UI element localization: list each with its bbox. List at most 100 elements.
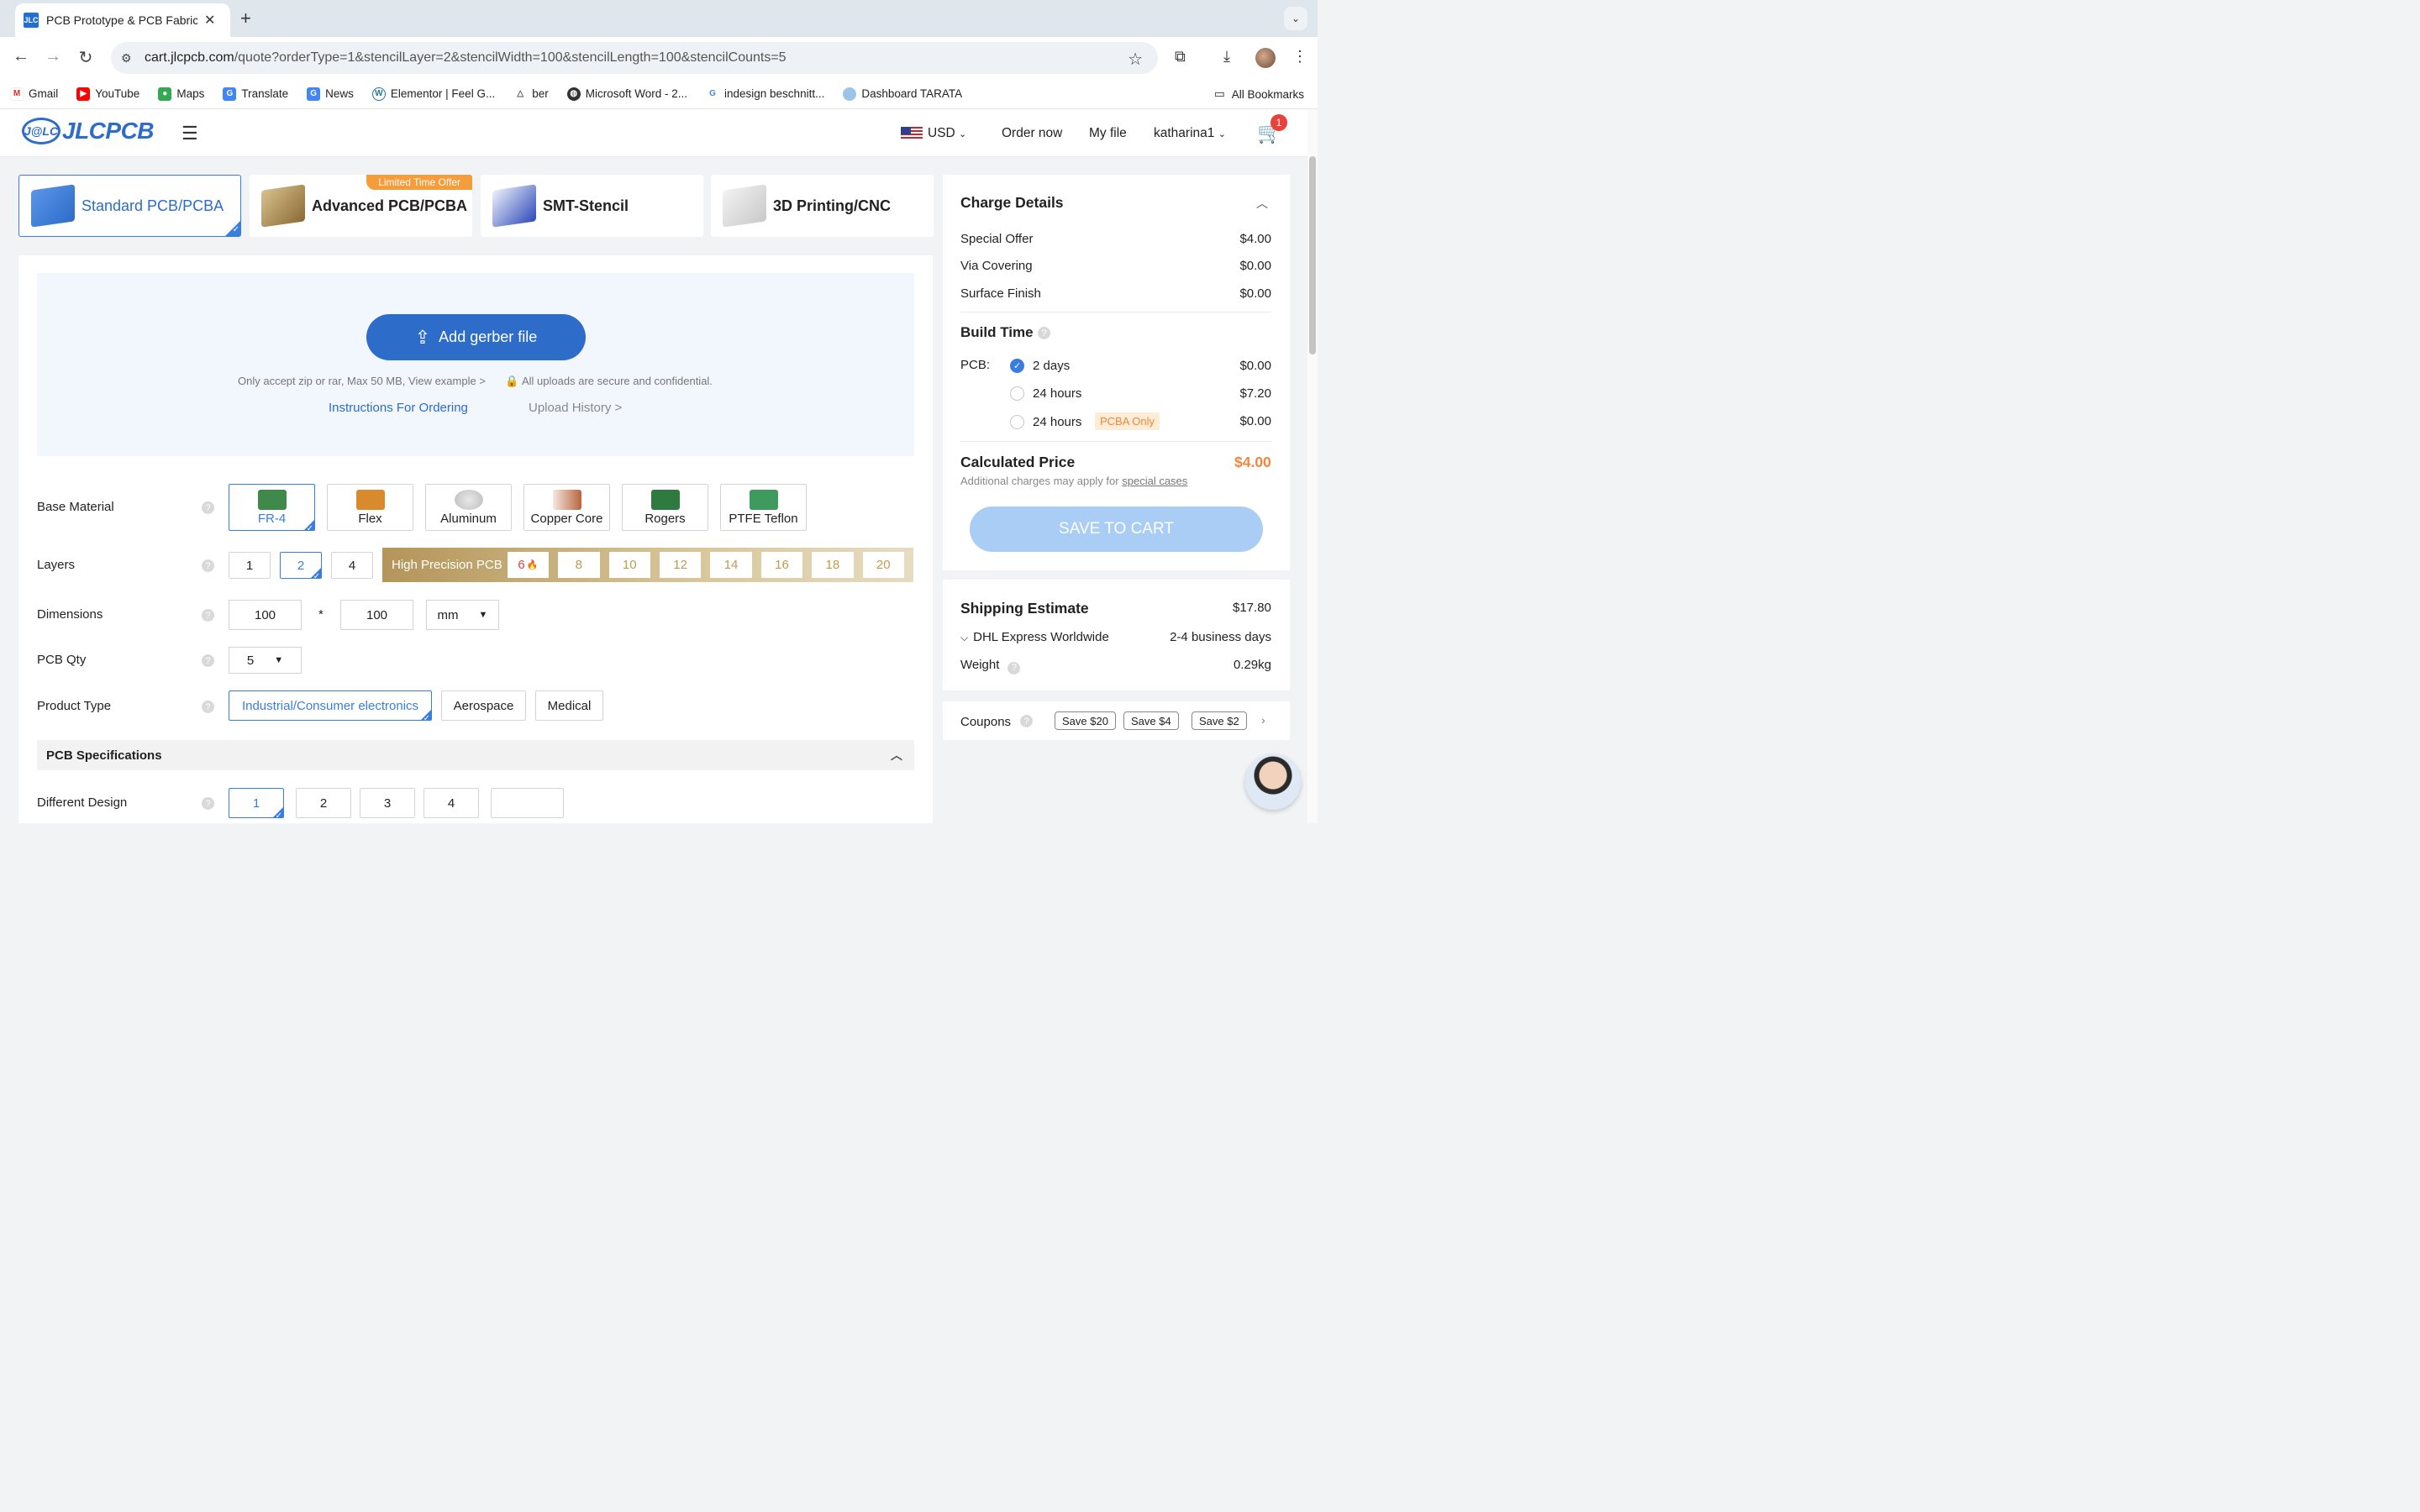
tab-standard-pcb[interactable]: Standard PCB/PCBA <box>18 175 241 237</box>
jlcpcb-logo[interactable]: J@LC JLCPCB <box>22 118 155 144</box>
coupon-save-4[interactable]: Save $4 <box>1123 711 1179 730</box>
hp-layer-8[interactable]: 8 <box>558 552 600 578</box>
design-option-2[interactable]: 2 <box>296 788 351 818</box>
bookmark-youtube[interactable]: ▶ YouTube <box>76 87 139 101</box>
help-icon[interactable]: ? <box>202 609 214 622</box>
hp-layer-10[interactable]: 10 <box>608 552 650 578</box>
material-aluminum[interactable]: Aluminum <box>425 484 512 531</box>
hp-layer-6[interactable]: 6 🔥 <box>507 552 550 578</box>
bookmark-indesign[interactable]: Gindesign beschnitt... <box>706 87 824 101</box>
unit-select[interactable]: mm ▼ <box>426 600 499 630</box>
scrollbar-thumb[interactable] <box>1309 156 1316 354</box>
design-custom-input[interactable] <box>491 788 564 818</box>
browser-tab[interactable]: JLC PCB Prototype & PCB Fabrica ✕ <box>15 3 230 37</box>
ptfe-board-icon <box>749 489 778 510</box>
build-option-2-days[interactable]: 2 days $0.00 <box>1033 359 1271 373</box>
shipping-method-select[interactable]: ⌵ DHL Express Worldwide 2-4 business days <box>960 630 1271 644</box>
gerber-upload-area[interactable] <box>37 273 914 456</box>
bookmark-word[interactable]: ◍ Microsoft Word - 2... <box>566 87 687 101</box>
material-flex[interactable]: Flex <box>327 484 413 531</box>
design-option-3[interactable]: 3 <box>360 788 415 818</box>
product-type-aerospace[interactable]: Aerospace <box>441 690 526 721</box>
coupon-save-20[interactable]: Save $20 <box>1055 711 1116 730</box>
shipping-estimate-title: Shipping Estimate <box>960 600 1089 617</box>
bookmark-ber[interactable]: △ ber <box>513 87 549 101</box>
selected-check-icon <box>421 710 431 723</box>
upload-history-link[interactable]: Upload History > <box>529 401 622 415</box>
accept-note[interactable]: Only accept zip or rar, Max 50 MB, View … <box>238 375 486 387</box>
hp-layer-16[interactable]: 16 <box>760 552 803 578</box>
help-icon[interactable]: ? <box>202 654 214 667</box>
build-24h-radio[interactable] <box>1010 386 1024 401</box>
layer-option-4[interactable]: 4 <box>331 552 373 579</box>
hp-layer-12[interactable]: 12 <box>659 552 702 578</box>
material-copper-core[interactable]: Copper Core <box>523 484 610 531</box>
bookmark-tarata[interactable]: Dashboard TARATA <box>843 87 962 101</box>
order-now-link[interactable]: Order now <box>1002 126 1062 141</box>
tab-advanced-pcb[interactable]: Advanced PCB/PCBA Limited Time Offer <box>250 175 472 237</box>
globe-icon: ◍ <box>566 87 581 101</box>
tab-smt-stencil[interactable]: SMT-Stencil <box>481 175 703 237</box>
help-icon[interactable]: ? <box>1038 327 1050 339</box>
address-bar[interactable]: ⚙ cart.jlcpcb.com/quote?orderType=1&sten… <box>111 42 1158 74</box>
qty-select[interactable]: 5 ▼ <box>229 647 302 674</box>
bookmark-translate[interactable]: G Translate <box>223 87 288 101</box>
layer-option-1[interactable]: 1 <box>229 552 271 579</box>
extensions-puzzle-icon[interactable]: ⧉ <box>1175 48 1186 66</box>
new-tab-icon[interactable]: + <box>240 8 251 29</box>
support-agent-avatar[interactable] <box>1245 754 1301 810</box>
help-icon[interactable]: ? <box>202 501 214 514</box>
more-menu-icon[interactable]: ⋮ <box>1292 48 1307 66</box>
all-bookmarks[interactable]: ▭ All Bookmarks <box>1214 87 1304 101</box>
my-file-link[interactable]: My file <box>1089 126 1127 141</box>
material-rogers[interactable]: Rogers <box>622 484 708 531</box>
menu-list-icon[interactable]: ☰ <box>182 123 198 144</box>
folder-icon: ▭ <box>1213 87 1225 100</box>
bookmark-elementor[interactable]: W Elementor | Feel G... <box>371 87 495 101</box>
help-icon[interactable]: ? <box>202 559 214 572</box>
site-info-icon[interactable]: ⚙ <box>121 51 138 66</box>
user-menu[interactable]: katharina1 ⌄ <box>1154 126 1226 141</box>
hp-layer-18[interactable]: 18 <box>812 552 854 578</box>
hot-flame-icon: 🔥 <box>526 560 539 570</box>
length-input[interactable]: 100 <box>340 600 413 630</box>
layer-option-2[interactable]: 2 <box>280 552 322 581</box>
build-option-24-hours[interactable]: 24 hours $7.20 <box>1033 386 1271 401</box>
forward-arrow-icon[interactable]: → <box>42 47 64 66</box>
hp-layer-14[interactable]: 14 <box>710 552 752 578</box>
coupon-save-2[interactable]: Save $2 <box>1192 711 1247 730</box>
bookmark-maps[interactable]: ● Maps <box>158 87 204 101</box>
profile-avatar[interactable] <box>1255 48 1276 68</box>
tab-3d-printing[interactable]: 3D Printing/CNC <box>711 175 934 237</box>
back-arrow-icon[interactable]: ← <box>10 47 32 66</box>
download-icon[interactable]: ⤓ <box>1223 48 1230 66</box>
width-input[interactable]: 100 <box>229 600 302 630</box>
instructions-link[interactable]: Instructions For Ordering <box>329 401 468 415</box>
material-fr4[interactable]: FR-4 <box>229 484 315 533</box>
add-gerber-button[interactable]: ⇪ Add gerber file <box>366 314 586 360</box>
chevron-right-icon[interactable]: › <box>1261 713 1265 727</box>
product-type-medical[interactable]: Medical <box>535 690 603 721</box>
design-option-4[interactable]: 4 <box>424 788 479 818</box>
currency-select[interactable]: USD ⌄ <box>901 126 966 141</box>
build-24h-pcba-radio[interactable] <box>1010 415 1024 429</box>
bookmark-news[interactable]: G News <box>307 87 354 101</box>
close-tab-icon[interactable]: ✕ <box>204 12 215 29</box>
bookmark-gmail[interactable]: M Gmail <box>10 87 58 101</box>
hp-layer-20[interactable]: 20 <box>862 552 904 578</box>
help-icon[interactable]: ? <box>202 701 214 713</box>
tab-search-chevron-icon[interactable]: ⌄ <box>1284 7 1307 30</box>
pcb-specifications-header[interactable]: PCB Specifications ︿ <box>37 740 914 770</box>
build-2-days-radio[interactable] <box>1010 359 1024 373</box>
design-option-1[interactable]: 1 <box>229 788 284 821</box>
help-icon[interactable]: ? <box>202 797 214 810</box>
bookmark-star-icon[interactable]: ☆ <box>1128 49 1143 70</box>
product-type-industrial[interactable]: Industrial/Consumer electronics <box>229 690 432 723</box>
help-icon[interactable]: ? <box>1007 661 1021 675</box>
reload-icon[interactable]: ↻ <box>75 47 97 68</box>
save-to-cart-button[interactable]: SAVE TO CART <box>970 507 1263 552</box>
help-icon[interactable]: ? <box>1020 715 1033 727</box>
special-cases-link[interactable]: special cases <box>1122 475 1187 487</box>
material-ptfe-teflon[interactable]: PTFE Teflon <box>720 484 807 531</box>
chevron-up-icon[interactable]: ︿ <box>1256 195 1268 212</box>
